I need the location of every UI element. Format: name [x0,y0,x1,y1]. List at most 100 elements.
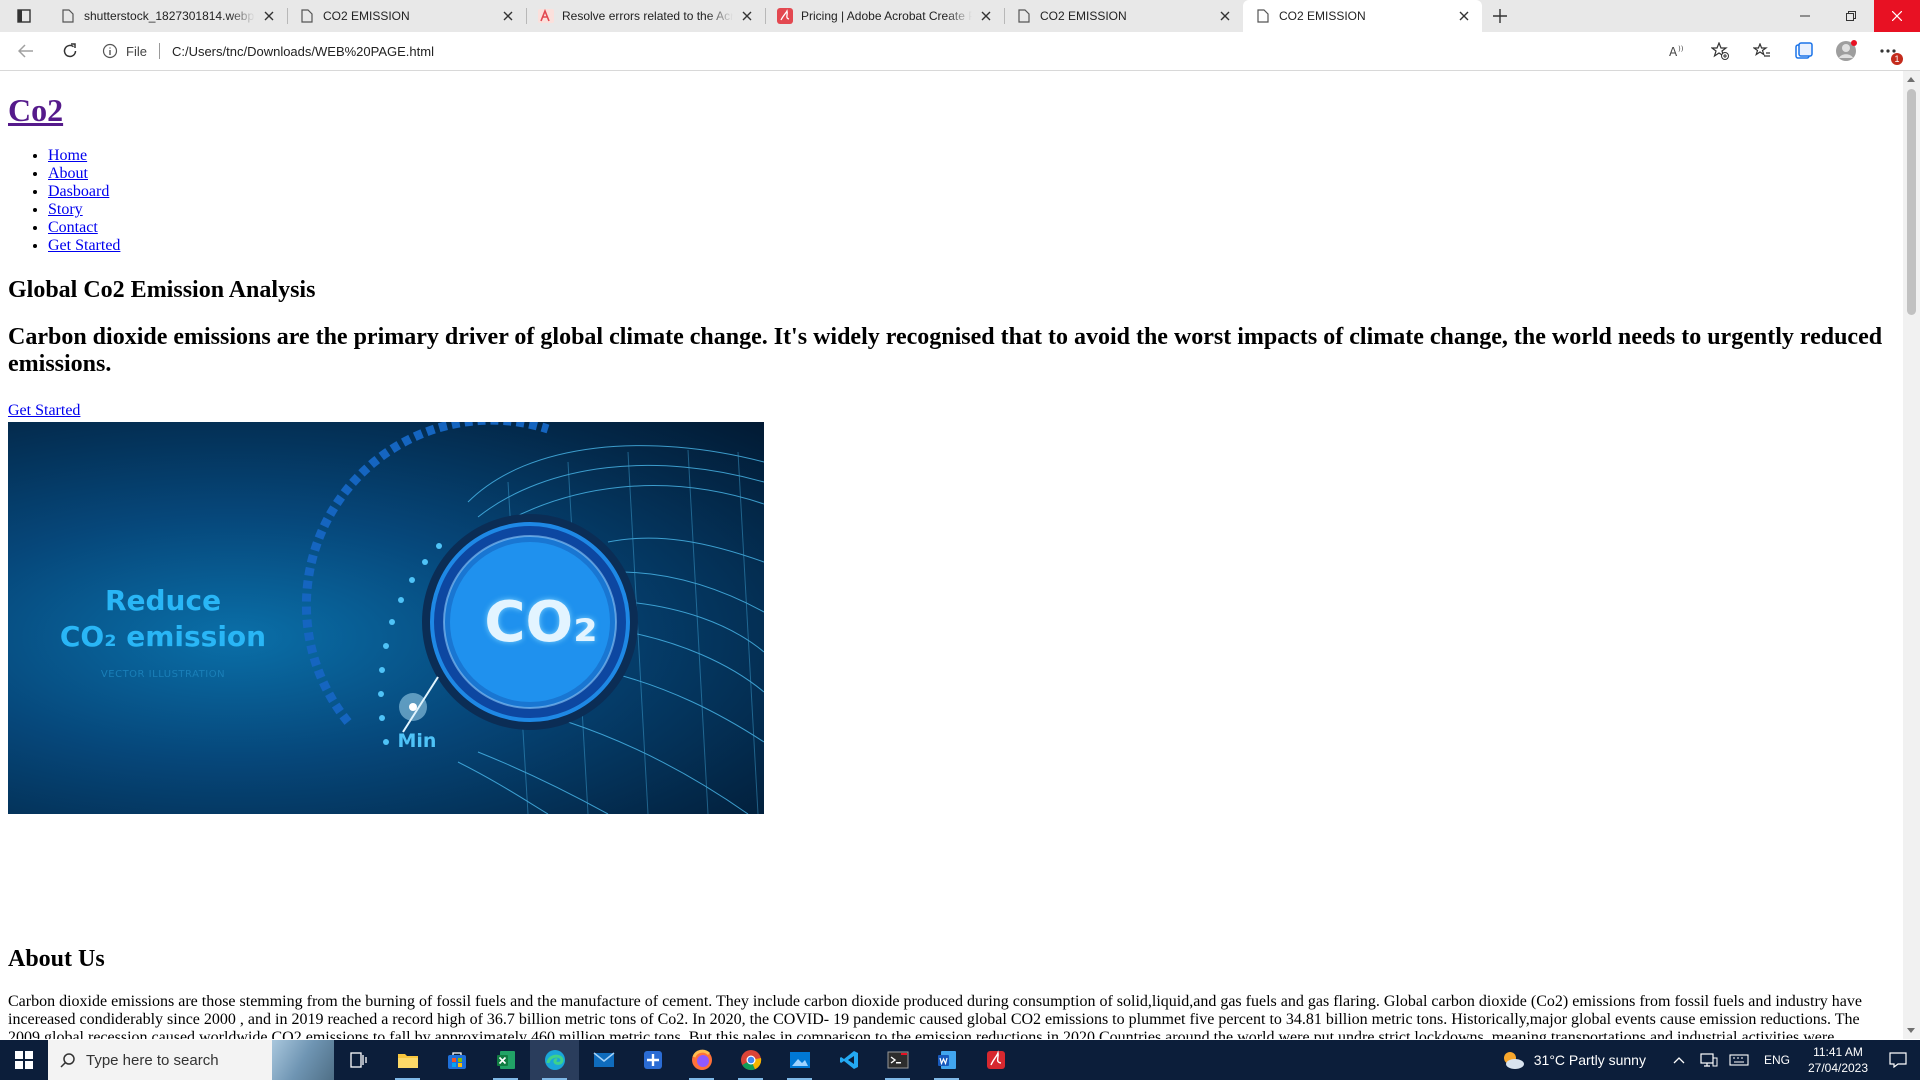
star-add-icon [1711,42,1729,60]
hero-subtitle: Carbon dioxide emissions are the primary… [8,324,1883,377]
scroll-down-arrow-icon[interactable] [1907,1028,1915,1033]
browser-tab[interactable]: CO2 EMISSION [1004,0,1243,32]
browser-tab[interactable]: Resolve errors related to the Acro [526,0,765,32]
excel-icon[interactable] [481,1040,530,1080]
terminal-icon[interactable] [873,1040,922,1080]
browser-tab[interactable]: shutterstock_1827301814.webp ( [48,0,287,32]
taskbar-search[interactable]: Type here to search [48,1040,334,1080]
address-separator [158,43,160,59]
read-aloud-icon: A)) [1669,45,1684,58]
read-aloud-button[interactable]: A)) [1660,35,1696,67]
browser-tab[interactable]: CO2 EMISSION [287,0,526,32]
image-caption: VECTOR ILLUSTRATION [100,669,226,680]
refresh-icon [63,43,77,58]
browser-tab[interactable]: Pricing | Adobe Acrobat Create P [765,0,1004,32]
plus-icon [1493,9,1507,23]
nav-link-story[interactable]: Story [48,201,83,218]
collections-button[interactable] [1786,35,1822,67]
windows-logo-icon [15,1051,33,1069]
minimize-icon [1800,15,1810,17]
firefox-icon[interactable] [677,1040,726,1080]
browser-tab-active[interactable]: CO2 EMISSION [1243,0,1482,32]
nav-link-home[interactable]: Home [48,147,87,164]
get-started-link[interactable]: Get Started [8,402,1895,420]
clock[interactable]: 11:41 AM 27/04/2023 [1800,1044,1876,1076]
hero-image: Reduce CO₂ emission VECTOR ILLUSTRATION … [8,422,764,814]
nav-link-get-started[interactable]: Get Started [48,237,120,254]
browser-toolbar: File C:/Users/tnc/Downloads/WEB%20PAGE.h… [0,32,1920,71]
favorites-icon [1753,43,1770,57]
favorites-button[interactable] [1744,35,1780,67]
restore-icon [1846,11,1856,21]
tab-title: Pricing | Adobe Acrobat Create P [801,9,972,23]
profile-button[interactable] [1828,35,1864,67]
nav-link-dashboard[interactable]: Dasboard [48,183,109,200]
start-button[interactable] [0,1040,48,1080]
vscode-icon[interactable] [824,1040,873,1080]
acrobat-icon[interactable] [971,1040,1020,1080]
address-bar[interactable]: File C:/Users/tnc/Downloads/WEB%20PAGE.h… [102,36,434,66]
chevron-up-icon[interactable] [1667,1056,1691,1064]
page-scrollbar[interactable] [1903,71,1920,1039]
tab-actions-button[interactable] [0,0,48,32]
back-button[interactable] [8,35,44,67]
word-icon[interactable] [922,1040,971,1080]
clock-date: 27/04/2023 [1807,1061,1869,1075]
clock-time: 11:41 AM [1813,1045,1863,1059]
mail-icon[interactable] [579,1040,628,1080]
acrobat-icon [777,8,793,24]
language-indicator[interactable]: ENG [1764,1053,1790,1067]
address-scheme-label: File [126,43,147,59]
notification-center-button[interactable] [1876,1052,1920,1068]
scroll-up-arrow-icon[interactable] [1907,77,1915,82]
task-view-icon[interactable] [334,1040,383,1080]
chrome-icon[interactable] [726,1040,775,1080]
co2-knob-illustration [301,422,764,814]
address-url[interactable]: C:/Users/tnc/Downloads/WEB%20PAGE.html [172,44,434,59]
close-icon[interactable] [1217,8,1233,24]
tab-title: CO2 EMISSION [1279,9,1366,23]
add-favorite-button[interactable] [1702,35,1738,67]
svg-text:A: A [1669,45,1678,58]
minimize-button[interactable] [1782,0,1828,32]
file-icon [60,8,76,24]
new-tab-button[interactable] [1482,0,1518,32]
close-icon[interactable] [739,8,755,24]
knob-co2-label: CO₂ [484,590,598,655]
adobe-icon [538,8,554,24]
store-icon[interactable] [432,1040,481,1080]
nav-link-contact[interactable]: Contact [48,219,98,236]
system-tray: 31°C Partly sunny ENG 11:41 AM 27/04/202… [1500,1044,1920,1076]
scrollbar-thumb[interactable] [1907,89,1916,315]
close-icon[interactable] [500,8,516,24]
close-icon[interactable] [1456,8,1472,24]
nav-item: Home [48,147,1895,165]
restore-button[interactable] [1828,0,1874,32]
close-window-button[interactable] [1874,0,1920,32]
image-text-emission: CO₂ emission [59,620,267,653]
svg-text:)): )) [1678,45,1684,53]
file-explorer-icon[interactable] [383,1040,432,1080]
logo-link[interactable]: Co2 [8,92,63,128]
settings-menu-button[interactable]: 1 [1870,35,1906,67]
network-icon[interactable] [1697,1053,1721,1067]
tab-title: shutterstock_1827301814.webp ( [84,9,255,23]
photos-icon[interactable] [775,1040,824,1080]
nav-link-about[interactable]: About [48,165,88,182]
plus-app-icon[interactable] [628,1040,677,1080]
refresh-button[interactable] [52,35,88,67]
nav-item: Contact [48,219,1895,237]
weather-text: 31°C Partly sunny [1533,1052,1646,1068]
site-logo: Co2 [8,92,1895,129]
edge-icon[interactable] [530,1040,579,1080]
window-controls [1782,0,1920,32]
nav-item: Dasboard [48,183,1895,201]
nav-item: About [48,165,1895,183]
weather-widget[interactable]: 31°C Partly sunny [1500,1049,1646,1071]
main-nav: Home About Dasboard Story Contact Get St… [8,147,1895,255]
page-body: Co2 Home About Dasboard Story Contact Ge… [0,92,1903,1039]
close-icon[interactable] [978,8,994,24]
keyboard-icon[interactable] [1727,1054,1751,1066]
close-icon[interactable] [261,8,277,24]
tab-title: Resolve errors related to the Acro [562,9,733,23]
